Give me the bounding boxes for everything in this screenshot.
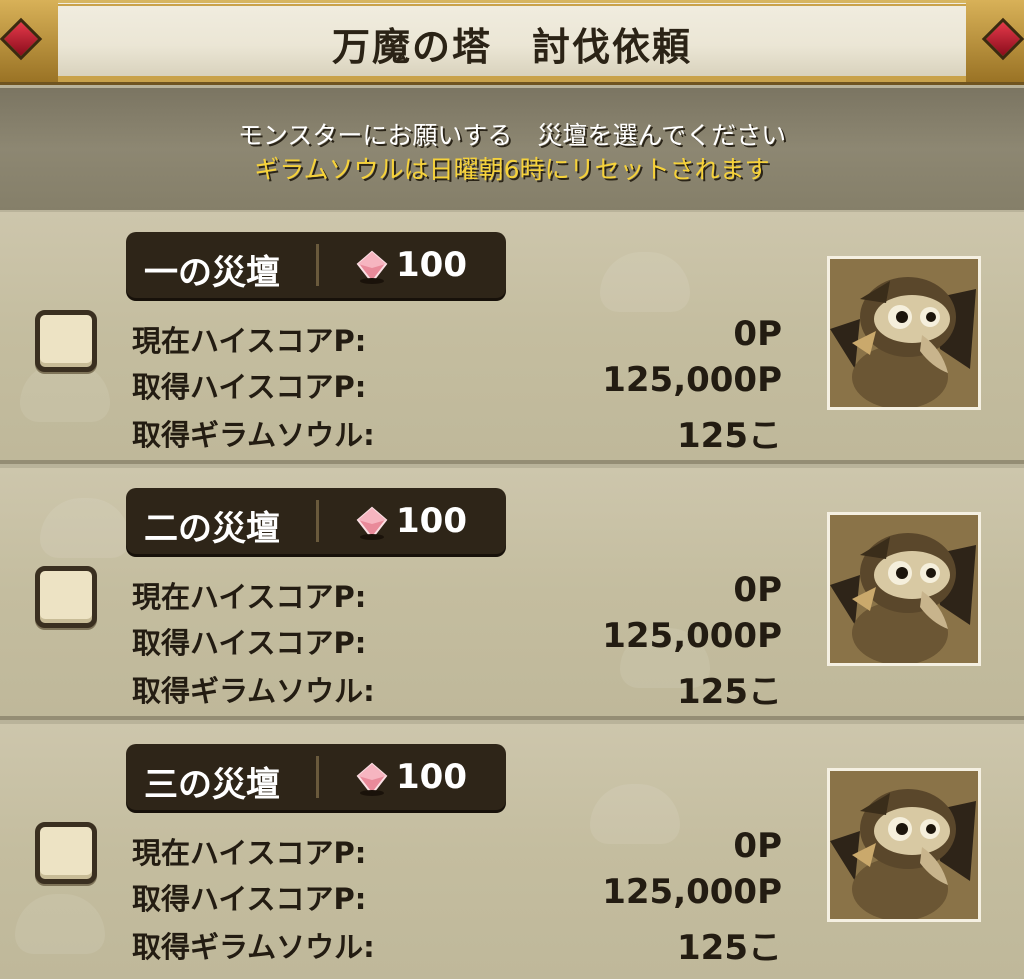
current-score-label: 現在ハイスコアP: <box>132 324 367 358</box>
gained-score-value: 125,000P <box>602 872 782 912</box>
current-score-label: 現在ハイスコアP: <box>132 836 367 870</box>
gained-soul-row: 取得ギラムソウル: 125こ <box>132 408 782 456</box>
monster-portrait-icon <box>830 515 978 663</box>
divider <box>316 500 319 542</box>
gained-soul-row: 取得ギラムソウル: 125こ <box>132 664 782 712</box>
gained-score-label: 取得ハイスコアP: <box>132 626 367 660</box>
instruction-banner: モンスターにお願いする 災壇を選んでください ギラムソウルは日曜朝6時にリセット… <box>0 88 1024 210</box>
current-score-value: 0P <box>733 314 782 354</box>
altar-header: 三の災壇 100 <box>126 744 506 810</box>
gained-soul-label: 取得ギラムソウル: <box>132 930 375 964</box>
background-slime-decoration <box>40 498 130 558</box>
page-title: 万魔の塔 討伐依頼 <box>331 25 692 69</box>
altar-cost: 100 <box>396 757 467 797</box>
divider <box>316 756 319 798</box>
gained-soul-label: 取得ギラムソウル: <box>132 418 375 452</box>
monster-portrait <box>827 512 981 666</box>
gained-soul-value: 125こ <box>677 928 782 968</box>
gained-score-row: 取得ハイスコアP: 125,000P <box>132 360 782 404</box>
altar-select-checkbox[interactable] <box>35 822 97 884</box>
ruby-ornament-icon <box>981 17 1024 61</box>
instruction-text: モンスターにお願いする 災壇を選んでください <box>237 121 787 150</box>
gained-score-label: 取得ハイスコアP: <box>132 882 367 916</box>
gained-score-row: 取得ハイスコアP: 125,000P <box>132 616 782 660</box>
background-slime-decoration <box>15 894 105 954</box>
gained-soul-value: 125こ <box>677 672 782 712</box>
current-score-row: 現在ハイスコアP: 0P <box>132 826 782 870</box>
altar-row[interactable]: 一の災壇 100 現在ハイスコアP: 0P 取得ハイスコアP: 125,000P… <box>0 212 1024 464</box>
monster-portrait <box>827 768 981 922</box>
altar-header: 二の災壇 100 <box>126 488 506 554</box>
gained-soul-label: 取得ギラムソウル: <box>132 674 375 708</box>
current-score-row: 現在ハイスコアP: 0P <box>132 570 782 614</box>
title-ornament-right <box>966 0 1024 82</box>
current-score-value: 0P <box>733 570 782 610</box>
altar-name: 一の災壇 <box>144 253 280 293</box>
gained-score-value: 125,000P <box>602 360 782 400</box>
current-score-label: 現在ハイスコアP: <box>132 580 367 614</box>
reset-notice-text: ギラムソウルは日曜朝6時にリセットされます <box>254 155 770 184</box>
altar-row[interactable]: 三の災壇 100 現在ハイスコアP: 0P 取得ハイスコアP: 125,000P… <box>0 724 1024 979</box>
altar-header: 一の災壇 100 <box>126 232 506 298</box>
monster-portrait-icon <box>830 771 978 919</box>
gained-score-value: 125,000P <box>602 616 782 656</box>
current-score-value: 0P <box>733 826 782 866</box>
gem-cost-icon <box>356 250 388 284</box>
monster-portrait <box>827 256 981 410</box>
gained-soul-row: 取得ギラムソウル: 125こ <box>132 920 782 968</box>
background-slime-decoration <box>600 252 690 312</box>
gem-cost-icon <box>356 506 388 540</box>
monster-portrait-icon <box>830 259 978 407</box>
altar-cost: 100 <box>396 501 467 541</box>
current-score-row: 現在ハイスコアP: 0P <box>132 314 782 358</box>
altar-select-checkbox[interactable] <box>35 566 97 628</box>
gained-score-row: 取得ハイスコアP: 125,000P <box>132 872 782 916</box>
altar-row[interactable]: 二の災壇 100 現在ハイスコアP: 0P 取得ハイスコアP: 125,000P… <box>0 468 1024 720</box>
altar-name: 三の災壇 <box>144 765 280 805</box>
altar-cost: 100 <box>396 245 467 285</box>
altar-select-checkbox[interactable] <box>35 310 97 372</box>
altar-name: 二の災壇 <box>144 509 280 549</box>
gained-soul-value: 125こ <box>677 416 782 456</box>
gained-score-label: 取得ハイスコアP: <box>132 370 367 404</box>
gem-cost-icon <box>356 762 388 796</box>
title-bar: 万魔の塔 討伐依頼 <box>0 0 1024 82</box>
divider <box>316 244 319 286</box>
